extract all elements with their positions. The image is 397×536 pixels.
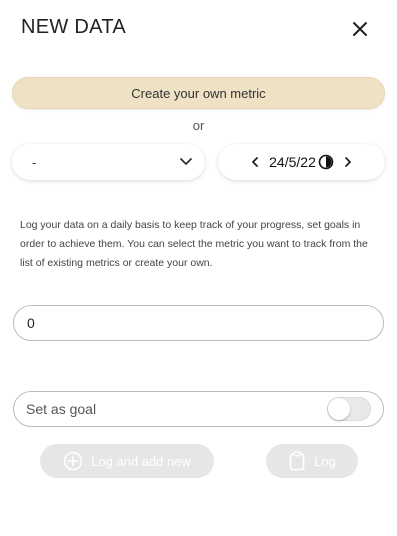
- create-metric-button[interactable]: Create your own metric: [12, 77, 385, 109]
- date-picker: 24/5/22: [218, 144, 385, 180]
- next-date-button[interactable]: [342, 156, 354, 168]
- or-separator: or: [192, 118, 205, 133]
- set-as-goal-row: Set as goal: [13, 391, 384, 427]
- clipboard-icon: [289, 451, 305, 471]
- create-metric-label: Create your own metric: [131, 85, 266, 101]
- page-title: NEW DATA: [21, 16, 126, 38]
- time-button[interactable]: [318, 154, 334, 170]
- close-button[interactable]: [349, 18, 371, 40]
- description-text: Log your data on a daily basis to keep t…: [20, 219, 368, 269]
- log-and-add-new-button[interactable]: Log and add new: [40, 444, 214, 478]
- close-icon: [353, 22, 367, 36]
- set-as-goal-label: Set as goal: [26, 401, 97, 417]
- plus-circle-icon: [63, 451, 83, 471]
- value-input-text: 0: [27, 315, 35, 331]
- metric-select[interactable]: -: [12, 144, 205, 180]
- log-label: Log: [314, 453, 336, 469]
- prev-date-button[interactable]: [249, 156, 261, 168]
- clock-icon: [318, 154, 334, 170]
- date-value[interactable]: 24/5/22: [269, 154, 316, 170]
- metric-select-value: -: [32, 154, 37, 170]
- log-and-add-new-label: Log and add new: [91, 453, 191, 469]
- set-as-goal-toggle[interactable]: [327, 397, 371, 421]
- value-input[interactable]: 0: [13, 305, 384, 341]
- chevron-right-icon: [344, 157, 351, 167]
- log-button[interactable]: Log: [266, 444, 358, 478]
- chevron-left-icon: [252, 157, 259, 167]
- chevron-down-icon: [180, 158, 192, 165]
- toggle-knob: [328, 398, 350, 420]
